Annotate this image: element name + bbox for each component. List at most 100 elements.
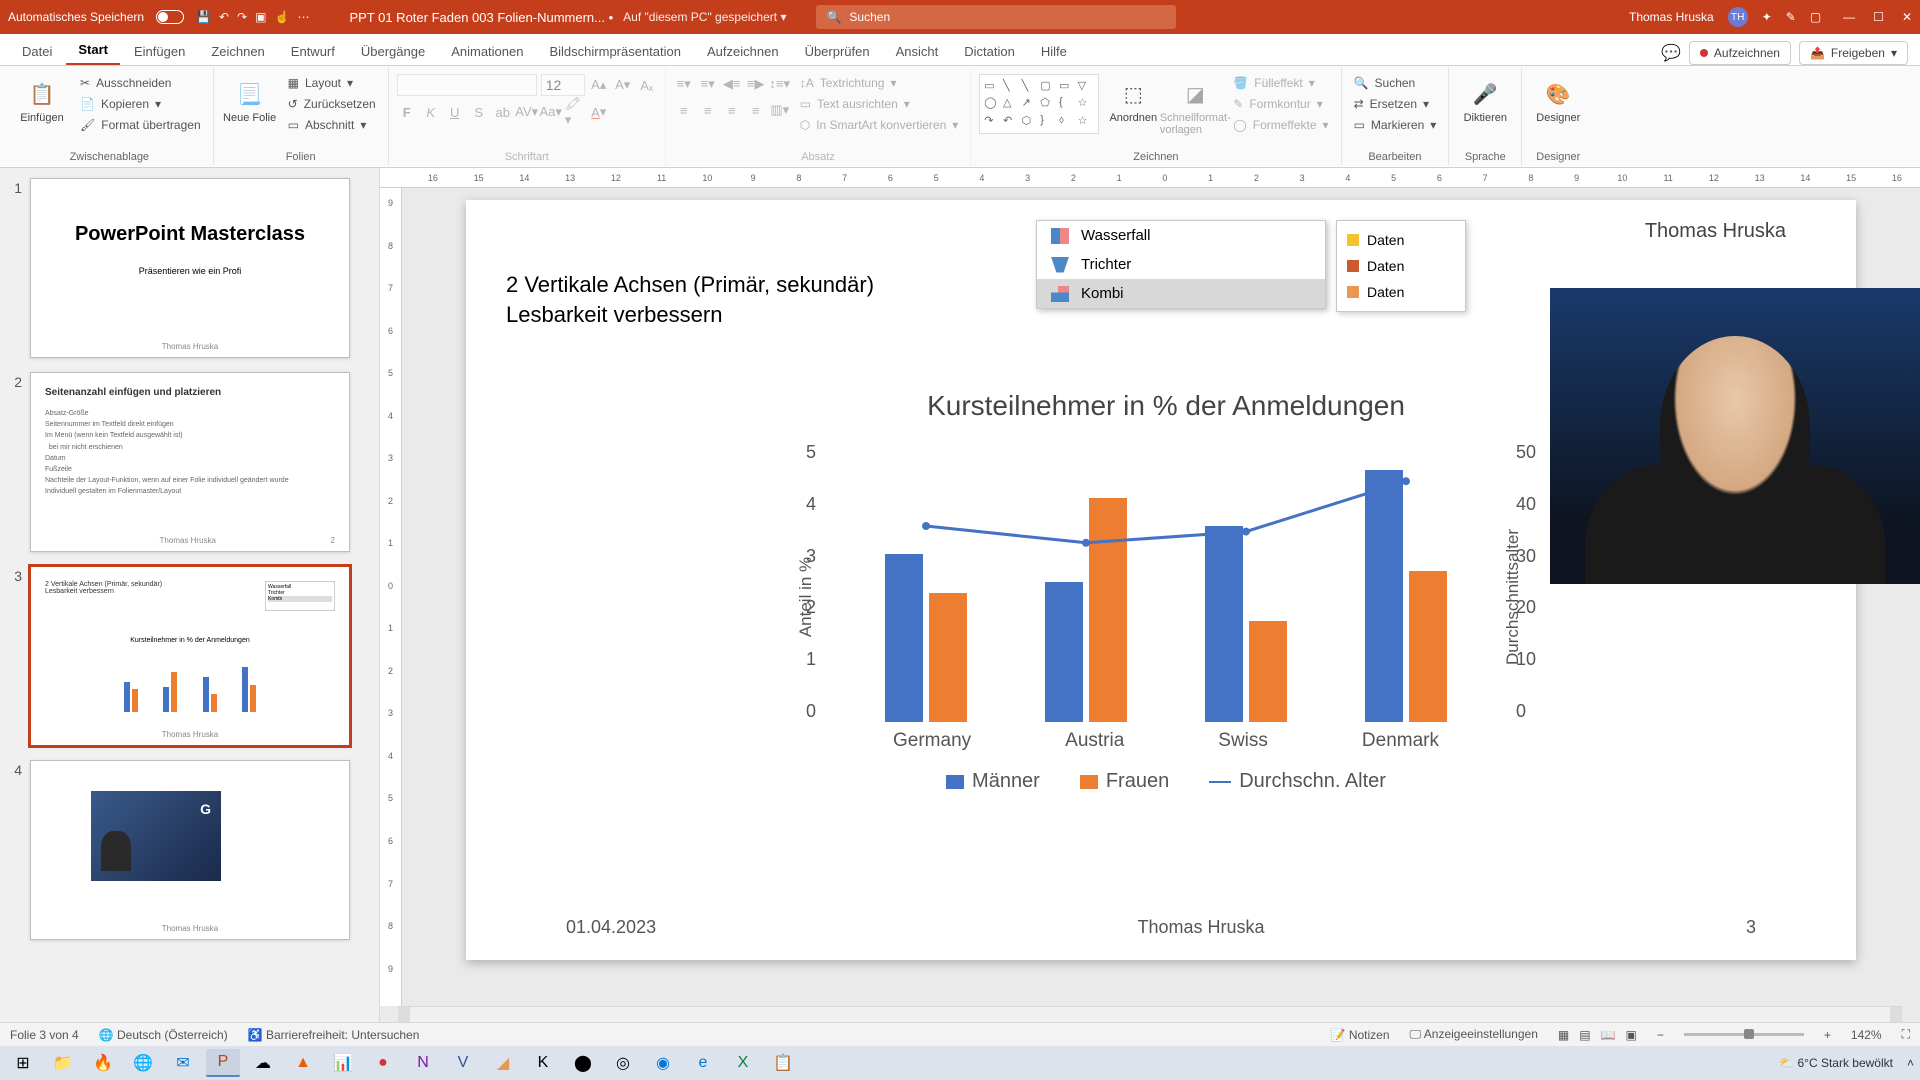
clear-format-icon[interactable]: Aₓ xyxy=(637,75,657,95)
zoom-value[interactable]: 142% xyxy=(1851,1028,1882,1042)
view-normal-icon[interactable]: ▦ xyxy=(1558,1028,1569,1042)
user-avatar[interactable]: TH xyxy=(1728,7,1748,27)
underline-icon[interactable]: U xyxy=(445,102,465,122)
grow-font-icon[interactable]: A▴ xyxy=(589,75,609,95)
redo-icon[interactable]: ↷ xyxy=(237,10,247,24)
tab-entwurf[interactable]: Entwurf xyxy=(279,38,347,65)
app-icon-8[interactable]: 📋 xyxy=(766,1049,800,1077)
present-icon[interactable]: ▣ xyxy=(255,10,266,24)
app-icon-7[interactable]: ◉ xyxy=(646,1049,680,1077)
highlight-icon[interactable]: 🖍▾ xyxy=(565,102,585,122)
shapes-gallery[interactable]: ▭╲╲▢▭▽ ◯△↗⬠{☆ ↷↶⬡}⬨☆ xyxy=(979,74,1099,134)
excel-icon[interactable]: X xyxy=(726,1049,760,1077)
window-icon[interactable]: ▢ xyxy=(1810,10,1821,24)
fit-icon[interactable]: ⛶ xyxy=(1902,1027,1910,1042)
firefox-icon[interactable]: 🔥 xyxy=(86,1049,120,1077)
save-icon[interactable]: 💾 xyxy=(196,10,211,24)
format-painter-button[interactable]: 🖌Format übertragen xyxy=(76,116,205,134)
effects-button[interactable]: ◯Formeffekte ▾ xyxy=(1229,116,1332,134)
close-icon[interactable]: ✕ xyxy=(1902,10,1912,24)
record-button[interactable]: Aufzeichnen xyxy=(1689,41,1791,65)
doc-title[interactable]: PPT 01 Roter Faden 003 Folien-Nummern...… xyxy=(349,10,613,25)
layout-button[interactable]: ▦Layout ▾ xyxy=(284,74,380,92)
tab-einfuegen[interactable]: Einfügen xyxy=(122,38,197,65)
strike-icon[interactable]: S xyxy=(469,102,489,122)
app-icon-2[interactable]: 📊 xyxy=(326,1049,360,1077)
size-combo[interactable]: 12 xyxy=(541,74,585,96)
app-icon-5[interactable]: K xyxy=(526,1049,560,1077)
tab-uebergaenge[interactable]: Übergänge xyxy=(349,38,437,65)
tab-ansicht[interactable]: Ansicht xyxy=(884,38,951,65)
smartart-button[interactable]: ⬡In SmartArt konvertieren ▾ xyxy=(796,116,963,134)
chrome-icon[interactable]: 🌐 xyxy=(126,1049,160,1077)
dedent-icon[interactable]: ◀≡ xyxy=(722,74,742,94)
columns-icon[interactable]: ▥▾ xyxy=(770,100,790,120)
autosave-toggle[interactable] xyxy=(156,10,184,24)
display-settings-button[interactable]: 🖵 Anzeigeeinstellungen xyxy=(1410,1027,1538,1042)
charttype-trichter[interactable]: Trichter xyxy=(1037,250,1325,279)
outlook-icon[interactable]: ✉ xyxy=(166,1049,200,1077)
tab-dictation[interactable]: Dictation xyxy=(952,38,1027,65)
app-icon-4[interactable]: ◢ xyxy=(486,1049,520,1077)
fill-button[interactable]: 🪣Fülleffekt ▾ xyxy=(1229,74,1332,92)
visio-icon[interactable]: V xyxy=(446,1049,480,1077)
edge-icon[interactable]: e xyxy=(686,1049,720,1077)
qat-more-icon[interactable]: ⋯ xyxy=(297,10,309,24)
thumb-4[interactable]: G Thomas Hruska xyxy=(30,760,350,940)
zoom-slider[interactable] xyxy=(1684,1033,1804,1036)
shrink-font-icon[interactable]: A▾ xyxy=(613,75,633,95)
share-button[interactable]: 📤Freigeben ▾ xyxy=(1799,41,1908,65)
tab-start[interactable]: Start xyxy=(66,36,120,65)
vlc-icon[interactable]: ▲ xyxy=(286,1049,320,1077)
spacing-icon[interactable]: AV▾ xyxy=(517,102,537,122)
search-box[interactable]: 🔍 Suchen xyxy=(816,5,1176,29)
tab-ueberpruefen[interactable]: Überprüfen xyxy=(793,38,882,65)
onenote-icon[interactable]: N xyxy=(406,1049,440,1077)
linespacing-icon[interactable]: ↕≡▾ xyxy=(770,74,790,94)
app-icon-3[interactable]: ● xyxy=(366,1049,400,1077)
thumb-1[interactable]: PowerPoint Masterclass Präsentieren wie … xyxy=(30,178,350,358)
tab-bildschirm[interactable]: Bildschirmpräsentation xyxy=(537,38,693,65)
section-button[interactable]: ▭Abschnitt ▾ xyxy=(284,116,380,134)
user-name[interactable]: Thomas Hruska xyxy=(1629,10,1714,24)
select-button[interactable]: ▭Markieren ▾ xyxy=(1350,116,1441,134)
notes-button[interactable]: 📝 Notizen xyxy=(1331,1028,1390,1042)
align-left-icon[interactable]: ≡ xyxy=(674,100,694,120)
horizontal-scrollbar[interactable] xyxy=(398,1006,1902,1022)
bold-icon[interactable]: F xyxy=(397,102,417,122)
view-sorter-icon[interactable]: ▤ xyxy=(1579,1028,1590,1042)
quickstyles-button[interactable]: ◪Schnellformat-vorlagen xyxy=(1167,74,1223,136)
status-access[interactable]: ♿ Barrierefreiheit: Untersuchen xyxy=(248,1028,420,1042)
minimize-icon[interactable]: — xyxy=(1843,10,1855,24)
font-color-icon[interactable]: A▾ xyxy=(589,102,609,122)
tab-zeichnen[interactable]: Zeichnen xyxy=(199,38,276,65)
explorer-icon[interactable]: 📁 xyxy=(46,1049,80,1077)
italic-icon[interactable]: K xyxy=(421,102,441,122)
new-slide-button[interactable]: 📃Neue Folie xyxy=(222,74,278,124)
numbering-icon[interactable]: ≡▾ xyxy=(698,74,718,94)
tab-hilfe[interactable]: Hilfe xyxy=(1029,38,1079,65)
justify-icon[interactable]: ≡ xyxy=(746,100,766,120)
outline-button[interactable]: ✎Formkontur ▾ xyxy=(1229,95,1332,113)
weather-widget[interactable]: ⛅ 6°C Stark bewölkt xyxy=(1779,1056,1893,1070)
obs-icon[interactable]: ⬤ xyxy=(566,1049,600,1077)
dictate-button[interactable]: 🎤Diktieren xyxy=(1457,74,1513,124)
replace-button[interactable]: ⇄Ersetzen ▾ xyxy=(1350,95,1441,113)
app-icon-6[interactable]: ◎ xyxy=(606,1049,640,1077)
paste-button[interactable]: 📋Einfügen xyxy=(14,74,70,124)
comments-icon[interactable]: 💬 xyxy=(1661,43,1681,63)
align-center-icon[interactable]: ≡ xyxy=(698,100,718,120)
start-button[interactable]: ⊞ xyxy=(6,1049,40,1077)
zoom-in-icon[interactable]: + xyxy=(1824,1028,1831,1042)
charttype-kombi[interactable]: Kombi xyxy=(1037,279,1325,308)
find-button[interactable]: 🔍Suchen xyxy=(1350,74,1441,92)
thumb-2[interactable]: Seitenanzahl einfügen und platzieren Abs… xyxy=(30,372,350,552)
powerpoint-icon[interactable]: P xyxy=(206,1049,240,1077)
touch-icon[interactable]: ☝ xyxy=(275,10,290,24)
indent-icon[interactable]: ≡▶ xyxy=(746,74,766,94)
arrange-button[interactable]: ⬚Anordnen xyxy=(1105,74,1161,124)
align-right-icon[interactable]: ≡ xyxy=(722,100,742,120)
tab-aufzeichnen[interactable]: Aufzeichnen xyxy=(695,38,791,65)
shadow-icon[interactable]: ab xyxy=(493,102,513,122)
cut-button[interactable]: ✂Ausschneiden xyxy=(76,74,205,92)
